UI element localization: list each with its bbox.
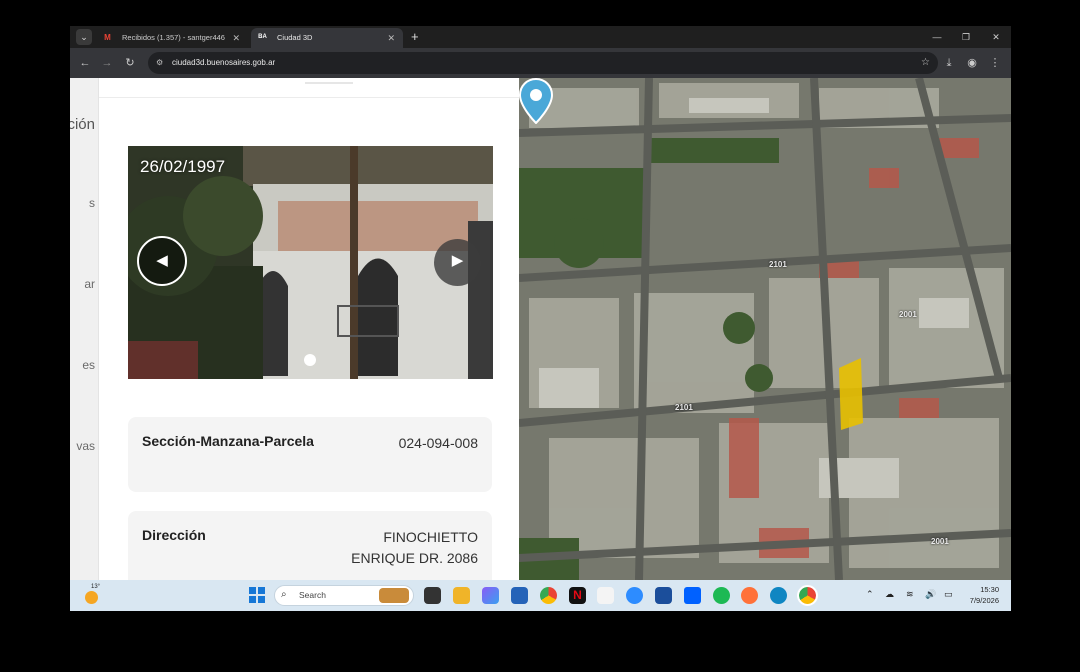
sidebar-item-4[interactable]: es xyxy=(82,358,95,372)
forward-arrow-icon[interactable]: → xyxy=(99,55,115,71)
carousel-next-button[interactable]: ▶ xyxy=(434,239,481,286)
menu-kebab-icon[interactable]: ⋮ xyxy=(987,55,1003,71)
firefox-icon[interactable] xyxy=(741,587,758,604)
triangle-left-icon: ◀ xyxy=(156,252,168,269)
map-3d-view[interactable]: 2101 2001 2101 2001 xyxy=(519,78,1011,580)
clock-date: 7/9/2026 xyxy=(969,596,999,605)
sidebar-item-1[interactable]: ción xyxy=(70,116,95,133)
app-icon-2[interactable] xyxy=(655,587,672,604)
search-placeholder: Search xyxy=(299,590,326,600)
zoom-icon[interactable] xyxy=(626,587,643,604)
chrome-active-icon[interactable] xyxy=(797,585,818,606)
info-panel: 26/02/1997 ◀ ▶ Sección-Manzana-Parcela 0… xyxy=(99,78,519,580)
screen: ⌄ M Recibidos (1.357) - santger446 ✕ BA … xyxy=(70,26,1011,611)
copilot-icon[interactable] xyxy=(482,587,499,604)
info-card-address: Dirección FINOCHIETTO ENRIQUE DR. 2086 xyxy=(128,511,492,580)
sidebar-item-5[interactable]: vas xyxy=(76,439,95,453)
onedrive-icon[interactable]: ☁ xyxy=(885,589,894,600)
chrome-icon[interactable] xyxy=(540,587,557,604)
windows-start-icon[interactable] xyxy=(249,587,265,603)
download-icon[interactable]: ⤓ xyxy=(941,55,957,71)
taskbar-clock[interactable]: 15:30 7/9/2026 xyxy=(970,584,999,606)
street-number-label: 2001 xyxy=(899,310,917,319)
store-icon[interactable] xyxy=(511,587,528,604)
address-line-1: FINOCHIETTO xyxy=(383,529,478,545)
street-number-label: 2001 xyxy=(931,537,949,546)
sidebar-item-3[interactable]: ar xyxy=(84,277,95,291)
taskbar: 13° ⌕ Search N ⌃ ☁ ≋ 🔊 ▭ 15:30 7/9/2026 xyxy=(70,580,1011,611)
new-tab-plus-icon[interactable]: + xyxy=(411,28,419,46)
weather-widget[interactable]: 13° xyxy=(82,584,102,606)
chevron-up-icon[interactable]: ⌃ xyxy=(866,589,874,600)
sun-icon xyxy=(85,591,98,604)
street-number-label: 2101 xyxy=(675,403,693,412)
browser-toolbar: ← → ↻ ⚙ ciudad3d.buenosaires.gob.ar ☆ ⤓ … xyxy=(70,48,1011,78)
address-line-2: ENRIQUE DR. 2086 xyxy=(351,550,478,566)
highlighted-parcel xyxy=(839,358,863,430)
card-label: Sección-Manzana-Parcela xyxy=(142,433,314,449)
card-value: 024-094-008 xyxy=(398,435,478,451)
sidebar: ción s ar es vas xyxy=(70,78,99,580)
bookmark-star-icon[interactable]: ☆ xyxy=(921,52,930,74)
site-info-icon[interactable]: ⚙ xyxy=(156,57,168,69)
task-view-icon[interactable] xyxy=(424,587,441,604)
photo-date: 26/02/1997 xyxy=(140,157,226,176)
back-arrow-icon[interactable]: ← xyxy=(77,55,93,71)
dropbox-icon[interactable] xyxy=(684,587,701,604)
page-content: ción s ar es vas 26/02/1997 ◀ ▶ Sección-… xyxy=(70,78,1011,580)
carousel-dot-indicator[interactable] xyxy=(304,354,316,366)
info-card-smp: Sección-Manzana-Parcela 024-094-008 xyxy=(128,417,492,492)
weather-temp: 13° xyxy=(91,584,101,590)
location-pin-icon[interactable] xyxy=(519,78,553,124)
app-icon[interactable] xyxy=(597,587,614,604)
volume-icon[interactable]: 🔊 xyxy=(925,589,936,600)
panel-drag-handle[interactable] xyxy=(305,78,353,84)
tab-label: Ciudad 3D xyxy=(277,33,313,42)
card-value: FINOCHIETTO ENRIQUE DR. 2086 xyxy=(351,527,478,569)
triangle-right-icon: ▶ xyxy=(451,252,464,269)
file-explorer-icon[interactable] xyxy=(453,587,470,604)
tab-gmail[interactable]: M Recibidos (1.357) - santger446 ✕ xyxy=(96,28,248,48)
address-bar[interactable]: ⚙ ciudad3d.buenosaires.gob.ar ☆ xyxy=(148,52,938,74)
url-text: ciudad3d.buenosaires.gob.ar xyxy=(172,58,276,67)
sidebar-item-2[interactable]: s xyxy=(89,196,95,210)
tab-ciudad3d[interactable]: BA Ciudad 3D ✕ xyxy=(251,28,403,48)
search-icon: ⌕ xyxy=(281,589,287,600)
profile-icon[interactable]: ◉ xyxy=(964,55,980,71)
card-label: Dirección xyxy=(142,527,206,543)
browser-tab-strip: ⌄ M Recibidos (1.357) - santger446 ✕ BA … xyxy=(70,26,1011,48)
search-highlight-image xyxy=(379,588,409,603)
historic-photo-carousel: 26/02/1997 ◀ ▶ xyxy=(128,146,493,379)
reload-icon[interactable]: ↻ xyxy=(122,55,138,71)
battery-icon[interactable]: ▭ xyxy=(944,589,953,600)
taskbar-search-box[interactable]: ⌕ Search xyxy=(274,585,414,606)
ciudad3d-icon: BA xyxy=(258,34,267,40)
tab-close-icon[interactable]: ✕ xyxy=(232,28,240,48)
clock-time: 15:30 xyxy=(980,585,999,594)
carousel-prev-button[interactable]: ◀ xyxy=(137,236,187,286)
spotify-icon[interactable] xyxy=(713,587,730,604)
gmail-icon: M xyxy=(104,33,111,42)
restore-icon[interactable]: ❐ xyxy=(951,26,981,48)
netflix-icon[interactable]: N xyxy=(569,587,586,604)
aerial-map-imagery xyxy=(519,78,1011,580)
street-number-label: 2101 xyxy=(769,260,787,269)
tab-label: Recibidos (1.357) - santger446 xyxy=(122,33,225,42)
edge-icon[interactable] xyxy=(770,587,787,604)
close-window-icon[interactable]: ✕ xyxy=(981,26,1011,48)
minimize-icon[interactable]: — xyxy=(922,26,952,48)
wifi-icon[interactable]: ≋ xyxy=(906,589,914,600)
tab-close-icon[interactable]: ✕ xyxy=(387,28,395,48)
tab-search-chevron-icon[interactable]: ⌄ xyxy=(76,29,92,45)
